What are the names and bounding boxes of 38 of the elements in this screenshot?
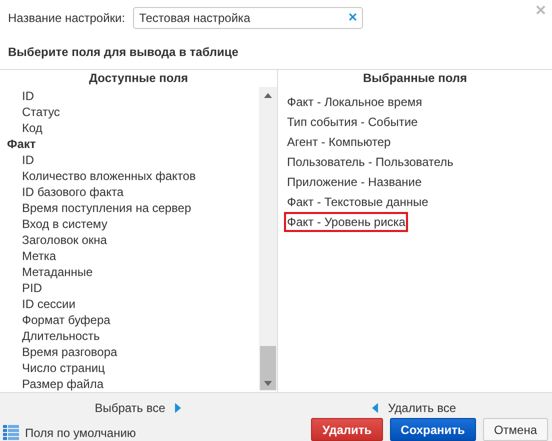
field-item[interactable]: Количество вложенных фактов <box>0 168 259 184</box>
field-item[interactable]: ID базового факта <box>0 184 259 200</box>
selected-field-item[interactable]: Пользователь - Пользователь <box>284 152 456 172</box>
setting-name-label: Название настройки: <box>8 10 126 24</box>
section-heading: Выберите поля для вывода в таблице <box>8 45 240 59</box>
field-item[interactable]: Код <box>0 120 259 136</box>
field-item[interactable]: Размер файла <box>0 376 259 392</box>
field-item[interactable]: Статус <box>0 104 259 120</box>
field-item[interactable]: ID <box>0 152 259 168</box>
field-item[interactable]: PID <box>0 280 259 296</box>
field-item[interactable]: ID сессии <box>0 296 259 312</box>
field-item[interactable]: Метаданные <box>0 264 259 280</box>
field-item[interactable]: Вход в систему <box>0 216 259 232</box>
field-item[interactable]: Заголовок окна <box>0 232 259 248</box>
field-item[interactable]: Время поступления на сервер <box>0 200 259 216</box>
default-fields-link[interactable]: Поля по умолчанию <box>3 424 136 440</box>
field-item[interactable]: Число страниц <box>0 360 259 376</box>
cancel-button[interactable]: Отмена <box>482 418 548 441</box>
column-title: Выбранные поля <box>362 70 468 87</box>
selected-field-item[interactable]: Факт - Локальное время <box>284 92 426 112</box>
field-item[interactable]: Длительность <box>0 328 259 344</box>
field-item[interactable]: Метка <box>0 248 259 264</box>
selected-field-item[interactable]: Факт - Текстовые данные <box>284 192 432 212</box>
selected-field-item[interactable]: Агент - Компьютер <box>284 132 394 152</box>
selected-field-item[interactable]: Тип события - Событие <box>284 112 421 132</box>
scrollbar[interactable] <box>259 87 277 391</box>
save-button[interactable]: Сохранить <box>390 418 476 441</box>
delete-button[interactable]: Удалить <box>311 418 383 441</box>
field-item[interactable]: Время разговора <box>0 344 259 360</box>
setting-name-field[interactable]: Тестовая настройка × <box>133 6 364 28</box>
column-title: Доступные поля <box>88 70 190 87</box>
group-header[interactable]: Факт <box>0 136 259 152</box>
selected-field-item[interactable]: Факт - Уровень риска <box>284 212 408 232</box>
field-item[interactable]: Формат буфера <box>0 312 259 328</box>
list-icon <box>3 424 19 440</box>
selected-field-item[interactable]: Приложение - Название <box>284 172 425 192</box>
select-all-button[interactable]: Выбрать все <box>94 401 182 415</box>
field-item[interactable]: ID <box>0 88 259 104</box>
